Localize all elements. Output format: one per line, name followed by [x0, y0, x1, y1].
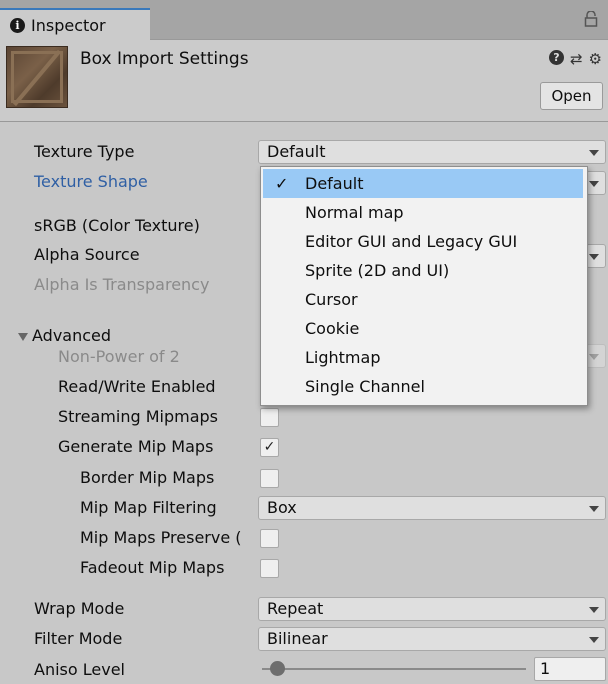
- mip-maps-preserve-label: Mip Maps Preserve (: [80, 528, 242, 547]
- generate-mip-maps-label: Generate Mip Maps: [58, 437, 214, 456]
- chevron-down-icon: [589, 637, 599, 643]
- foldout-arrow-icon: [18, 332, 28, 341]
- option-editor-gui[interactable]: Editor GUI and Legacy GUI: [261, 227, 587, 256]
- non-power-of-2-label: Non-Power of 2: [58, 347, 180, 366]
- filter-mode-label: Filter Mode: [34, 629, 123, 648]
- texture-type-value: Default: [267, 142, 326, 161]
- texture-type-label: Texture Type: [34, 142, 135, 161]
- alpha-source-dropdown[interactable]: [586, 244, 606, 268]
- fadeout-mip-maps-checkbox[interactable]: [260, 559, 279, 578]
- fadeout-mip-maps-label: Fadeout Mip Maps: [80, 558, 225, 577]
- chevron-down-icon: [589, 150, 599, 156]
- option-cursor[interactable]: Cursor: [261, 285, 587, 314]
- tab-bar: i Inspector: [0, 0, 608, 40]
- texture-shape-label: Texture Shape: [34, 172, 148, 191]
- option-normal-map[interactable]: Normal map: [261, 198, 587, 227]
- option-label: Cursor: [305, 290, 358, 309]
- lock-icon[interactable]: [584, 11, 598, 27]
- presets-icon[interactable]: ⇄: [570, 50, 583, 68]
- non-power-of-2-dropdown: [586, 344, 606, 368]
- chevron-down-icon: [589, 254, 599, 260]
- texture-thumbnail: [6, 46, 68, 108]
- option-cookie[interactable]: Cookie: [261, 314, 587, 343]
- texture-shape-dropdown[interactable]: [586, 171, 606, 195]
- aniso-level-slider-track[interactable]: [262, 668, 526, 670]
- border-mip-maps-label: Border Mip Maps: [80, 468, 215, 487]
- mip-map-filtering-value: Box: [267, 498, 297, 517]
- read-write-label: Read/Write Enabled: [58, 377, 216, 396]
- streaming-mipmaps-checkbox[interactable]: [260, 408, 279, 427]
- asset-title: Box Import Settings: [80, 49, 249, 69]
- asset-header: Box Import Settings ? ⇄ ⚙ Open: [0, 40, 608, 122]
- aniso-level-input[interactable]: 1: [534, 657, 606, 681]
- chevron-down-icon: [589, 181, 599, 187]
- option-label: Editor GUI and Legacy GUI: [305, 232, 518, 251]
- option-label: Normal map: [305, 203, 404, 222]
- tab-inspector[interactable]: i Inspector: [0, 8, 150, 40]
- option-label: Lightmap: [305, 348, 381, 367]
- wrap-mode-label: Wrap Mode: [34, 599, 125, 618]
- wrap-mode-value: Repeat: [267, 599, 324, 618]
- option-default[interactable]: ✓ Default: [263, 169, 583, 198]
- mip-maps-preserve-checkbox[interactable]: [260, 529, 279, 548]
- help-icon[interactable]: ?: [548, 50, 564, 65]
- border-mip-maps-checkbox[interactable]: [260, 469, 279, 488]
- filter-mode-value: Bilinear: [267, 629, 328, 648]
- aniso-level-slider-handle[interactable]: [270, 661, 286, 676]
- chevron-down-icon: [589, 506, 599, 512]
- alpha-is-transparency-label: Alpha Is Transparency: [34, 275, 210, 294]
- aniso-level-label: Aniso Level: [34, 660, 125, 679]
- option-sprite[interactable]: Sprite (2D and UI): [261, 256, 587, 285]
- wrap-mode-dropdown[interactable]: Repeat: [258, 597, 606, 621]
- texture-type-dropdown[interactable]: Default: [258, 140, 606, 164]
- info-icon: i: [10, 17, 25, 33]
- alpha-source-label: Alpha Source: [34, 245, 140, 264]
- mip-map-filtering-dropdown[interactable]: Box: [258, 496, 606, 520]
- option-label: Cookie: [305, 319, 360, 338]
- open-button[interactable]: Open: [540, 82, 603, 110]
- generate-mip-maps-checkbox[interactable]: ✓: [260, 438, 279, 457]
- chevron-down-icon: [589, 354, 599, 360]
- chevron-down-icon: [589, 607, 599, 613]
- advanced-label: Advanced: [32, 326, 112, 345]
- option-lightmap[interactable]: Lightmap: [261, 343, 587, 372]
- tab-label: Inspector: [31, 15, 106, 35]
- option-single-channel[interactable]: Single Channel: [261, 372, 587, 401]
- checkmark-icon: ✓: [275, 174, 289, 193]
- settings-icon[interactable]: ⚙: [589, 50, 602, 68]
- option-label: Default: [305, 174, 364, 193]
- srgb-label: sRGB (Color Texture): [34, 216, 200, 235]
- texture-shape-options-popup: ✓ Default Normal map Editor GUI and Lega…: [260, 166, 588, 406]
- option-label: Single Channel: [305, 377, 425, 396]
- streaming-mipmaps-label: Streaming Mipmaps: [58, 407, 219, 426]
- advanced-foldout[interactable]: Advanced: [18, 325, 111, 347]
- option-label: Sprite (2D and UI): [305, 261, 450, 280]
- filter-mode-dropdown[interactable]: Bilinear: [258, 627, 606, 651]
- mip-map-filtering-label: Mip Map Filtering: [80, 498, 217, 517]
- header-icons: ? ⇄ ⚙: [548, 50, 602, 68]
